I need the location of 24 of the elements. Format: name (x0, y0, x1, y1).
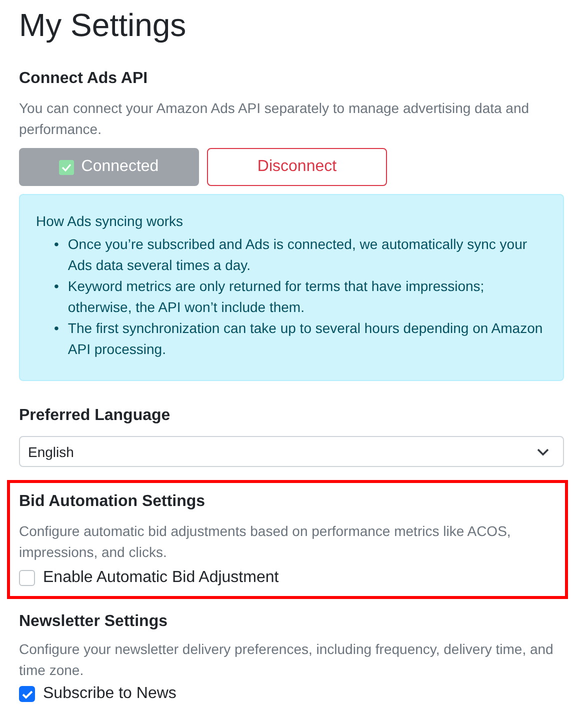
checkbox-label[interactable]: Subscribe to News (43, 685, 176, 703)
bullet: • (54, 277, 59, 296)
info-list-item: Once you’re subscribed and Ads is connected, we automatically sync your Ads data several times a day. (68, 235, 528, 275)
info-list-item: Keyword metrics are only returned for terms that have impressions; otherwise, the API won’t include them. (68, 277, 486, 317)
section-heading: Connect Ads API (19, 69, 149, 89)
chevron-down-icon (537, 448, 549, 456)
check-icon (22, 690, 32, 698)
checkbox[interactable] (19, 570, 35, 586)
section-heading: Newsletter Settings (19, 612, 168, 632)
checkbox[interactable] (19, 686, 35, 702)
bullet: • (54, 235, 59, 254)
language-select[interactable]: English (19, 436, 564, 467)
check-icon (59, 160, 74, 174)
section-heading: Bid Automation Settings (19, 492, 206, 512)
disconnect-button[interactable]: Disconnect (207, 148, 387, 186)
section-description: Configure your newsletter delivery preferences, including frequency, delivery time, and time zone. (19, 640, 554, 680)
checkbox-label[interactable]: Enable Automatic Bid Adjustment (43, 569, 279, 587)
section-description: You can connect your Amazon Ads API separately to manage advertising data and performance. (19, 99, 530, 139)
section-description: Configure automatic bid adjustments based on performance metrics like ACOS, impressions, and clicks. (19, 522, 512, 562)
bullet: • (54, 319, 59, 338)
page-title: My Settings (19, 6, 188, 44)
info-list-item: The first synchronization can take up to several hours depending on Amazon API processing. (68, 319, 544, 359)
info-title: How Ads syncing works (36, 212, 184, 231)
section-heading: Preferred Language (19, 406, 172, 426)
